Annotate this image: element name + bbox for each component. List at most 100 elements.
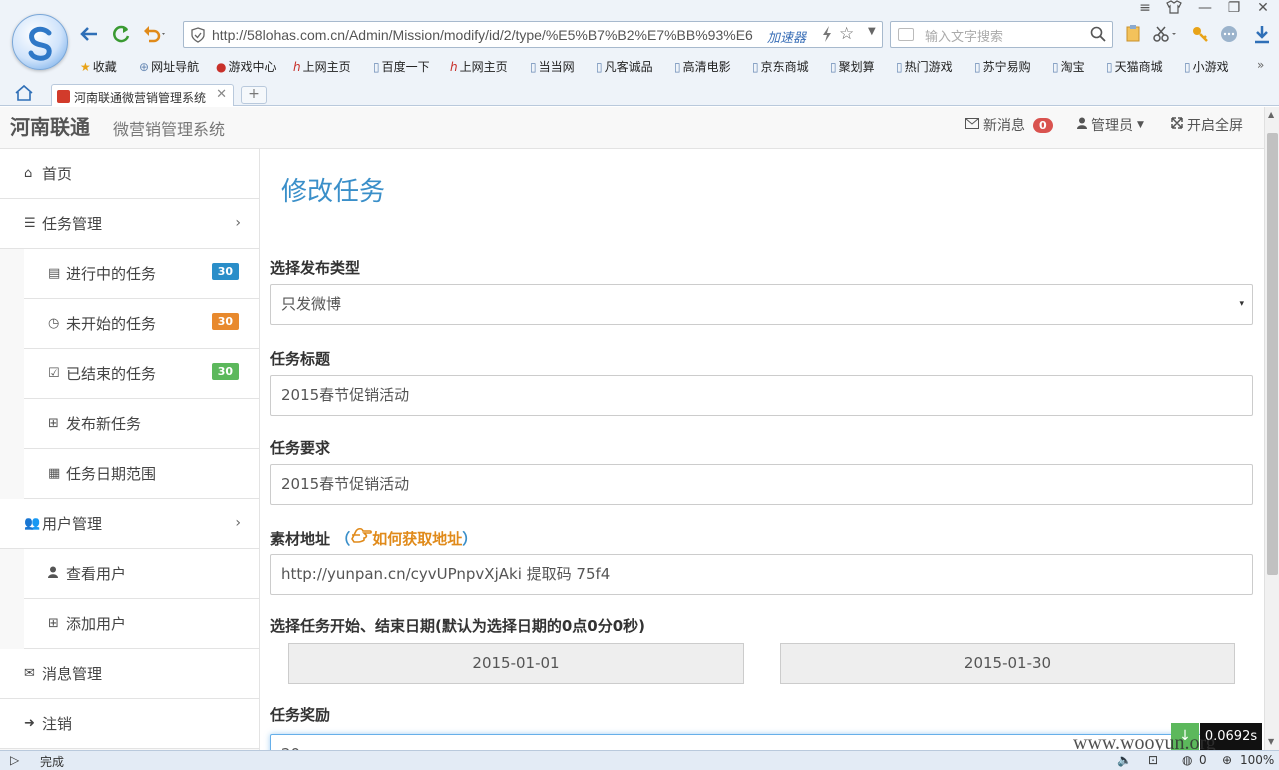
restore-icon[interactable]: ❐ xyxy=(1222,0,1246,18)
browser-status-bar: ▷ 完成 🔈 ⊡ ◍ 0 ⊕ 100% xyxy=(0,750,1279,770)
menu-icon[interactable]: ≡ xyxy=(1133,0,1157,18)
finished-count-badge: 30 xyxy=(211,363,239,380)
home-icon[interactable] xyxy=(14,84,34,106)
clipboard-icon[interactable] xyxy=(1124,25,1142,47)
back-arrow-icon[interactable] xyxy=(77,22,101,46)
material-url-input[interactable]: http://yunpan.cn/cyvUPnpvXjAki 提取码 75f4 xyxy=(270,554,1253,595)
sidebar-item-logout[interactable]: ➜ 注销 xyxy=(0,699,259,749)
url-text[interactable]: http://58lohas.com.cn/Admin/Mission/modi… xyxy=(212,27,760,43)
page-scrollbar[interactable]: ▲ ▼ xyxy=(1264,107,1279,750)
scrollbar-thumb[interactable] xyxy=(1267,133,1278,575)
zoom-level[interactable]: 100% xyxy=(1240,753,1274,767)
page-icon: ▯ xyxy=(1052,60,1059,74)
key-icon[interactable] xyxy=(1191,25,1209,47)
envelope-icon xyxy=(965,117,979,133)
play-icon[interactable]: ▷ xyxy=(10,753,19,767)
accelerator-link[interactable]: 加速器 xyxy=(767,27,806,46)
refresh-icon[interactable] xyxy=(109,22,133,46)
bookmark-item[interactable]: ● 游戏中心 xyxy=(216,58,277,75)
volume-icon[interactable]: 🔈 xyxy=(1117,753,1132,767)
page-icon: ▯ xyxy=(596,60,603,74)
sidebar-item-user-management[interactable]: 👥 用户管理 › xyxy=(0,499,259,549)
globe-icon: ⊕ xyxy=(139,60,150,74)
search-box[interactable]: 输入文字搜索 xyxy=(890,21,1113,48)
bookmark-item[interactable]: ▯ 热门游戏 xyxy=(896,58,953,75)
sidebar-item-publish-task[interactable]: ⊞ 发布新任务 xyxy=(24,399,259,449)
search-icon[interactable] xyxy=(1090,26,1106,46)
chevron-down-icon[interactable]: ▼ xyxy=(868,26,876,37)
caret-down-icon: ▼ xyxy=(1137,120,1144,130)
star-icon: ★ xyxy=(80,60,91,74)
bookmark-item[interactable]: ▯ 淘宝 xyxy=(1052,58,1085,75)
messages-link[interactable]: 新消息 0 xyxy=(965,115,1053,135)
requirement-label: 任务要求 xyxy=(270,439,331,457)
bookmark-item[interactable]: ▯ 高清电影 xyxy=(674,58,731,75)
sidebar-item-date-range[interactable]: ▦ 任务日期范围 xyxy=(24,449,259,499)
new-tab-button[interactable]: + xyxy=(241,86,267,104)
game-icon: ● xyxy=(216,60,227,74)
minimize-icon[interactable]: — xyxy=(1193,0,1217,18)
bookmark-item[interactable]: ▯ 小游戏 xyxy=(1184,58,1229,75)
requirement-input[interactable]: 2015春节促销活动 xyxy=(270,464,1253,505)
more-bookmarks-icon[interactable]: » xyxy=(1257,58,1264,72)
tab-title: 河南联通微营销管理系统 xyxy=(74,91,207,105)
how-to-get-address-link[interactable]: 如何获取地址 xyxy=(372,530,462,548)
sidebar-item-message-management[interactable]: ✉ 消息管理 xyxy=(0,649,259,699)
fullscreen-button[interactable]: 开启全屏 xyxy=(1171,115,1243,135)
star-icon[interactable]: ☆ xyxy=(839,24,854,44)
device-icon[interactable]: ⊡ xyxy=(1148,753,1158,767)
publish-type-select[interactable]: 只发微博 ▾ xyxy=(270,284,1253,325)
lightning-icon[interactable] xyxy=(821,25,833,47)
sidebar-item-view-users[interactable]: 查看用户 xyxy=(24,549,259,599)
undo-icon[interactable] xyxy=(141,22,165,46)
calendar-icon: ▦ xyxy=(48,466,61,481)
bookmark-item[interactable]: ▯ 苏宁易购 xyxy=(974,58,1031,75)
sidebar: ⌂ 首页 ☰ 任务管理 › ▤ 进行中的任务 30 ◷ 未开始的任务 30 ☑ 已结束的任… xyxy=(0,149,260,750)
download-icon[interactable] xyxy=(1253,25,1271,49)
scroll-down-icon[interactable]: ▼ xyxy=(1268,737,1274,746)
chevron-right-icon: › xyxy=(235,515,241,531)
plus-square-icon: ⊞ xyxy=(48,616,59,631)
bookmark-item[interactable]: ▯ 天猫商城 xyxy=(1106,58,1163,75)
chat-icon[interactable] xyxy=(1220,25,1238,47)
sidebar-item-finished-tasks[interactable]: ☑ 已结束的任务 30 xyxy=(24,349,259,399)
brand-name[interactable]: 河南联通 xyxy=(10,111,90,140)
task-title-input[interactable]: 2015春节促销活动 xyxy=(270,375,1253,416)
close-window-icon[interactable]: ✕ xyxy=(1251,0,1275,18)
admin-dropdown[interactable]: 管理员 ▼ xyxy=(1077,115,1144,135)
sidebar-item-home[interactable]: ⌂ 首页 xyxy=(0,149,259,199)
bookmark-item[interactable]: ⊕ 网址导航 xyxy=(139,58,199,75)
search-input[interactable]: 输入文字搜索 xyxy=(925,26,1003,45)
page-icon: ▯ xyxy=(530,60,537,74)
shield-status-icon[interactable]: ◍ xyxy=(1182,753,1192,767)
start-date-input[interactable]: 2015-01-01 xyxy=(288,643,744,684)
bookmark-item[interactable]: ▯ 当当网 xyxy=(530,58,575,75)
material-label: 素材地址 （如何获取地址） xyxy=(270,527,478,548)
bookmark-item[interactable]: ▯ 百度一下 xyxy=(373,58,430,75)
hao-icon: h xyxy=(293,60,301,74)
building-icon: ▤ xyxy=(48,266,61,281)
scroll-up-icon[interactable]: ▲ xyxy=(1268,110,1274,119)
date-label: 选择任务开始、结束日期(默认为选择日期的0点0分0秒) xyxy=(270,617,646,635)
skin-icon[interactable] xyxy=(1162,0,1186,18)
bookmark-item[interactable]: ▯ 聚划算 xyxy=(830,58,875,75)
sign-out-icon: ➜ xyxy=(24,716,35,731)
bookmark-item[interactable]: ▯ 凡客诚品 xyxy=(596,58,653,75)
image-search-icon[interactable] xyxy=(898,28,914,41)
bookmark-item[interactable]: h 上网主页 xyxy=(450,58,508,75)
close-tab-icon[interactable]: ✕ xyxy=(216,87,227,102)
address-bar[interactable]: http://58lohas.com.cn/Admin/Mission/modi… xyxy=(183,21,883,48)
sidebar-item-ongoing-tasks[interactable]: ▤ 进行中的任务 30 xyxy=(24,249,259,299)
sidebar-item-not-started-tasks[interactable]: ◷ 未开始的任务 30 xyxy=(24,299,259,349)
browser-tab-active[interactable]: 河南联通微营销管理系统 ✕ xyxy=(51,84,234,106)
bookmark-favorites[interactable]: ★ 收藏 xyxy=(80,58,117,75)
messages-count-badge: 0 xyxy=(1033,117,1053,133)
scissors-icon[interactable] xyxy=(1152,25,1178,47)
expand-icon xyxy=(1171,117,1183,133)
sidebar-item-task-management[interactable]: ☰ 任务管理 › xyxy=(0,199,259,249)
bookmark-item[interactable]: ▯ 京东商城 xyxy=(752,58,809,75)
zoom-icon[interactable]: ⊕ xyxy=(1222,753,1232,767)
sidebar-item-add-user[interactable]: ⊞ 添加用户 xyxy=(24,599,259,649)
bookmark-item[interactable]: h 上网主页 xyxy=(293,58,351,75)
end-date-input[interactable]: 2015-01-30 xyxy=(780,643,1235,684)
